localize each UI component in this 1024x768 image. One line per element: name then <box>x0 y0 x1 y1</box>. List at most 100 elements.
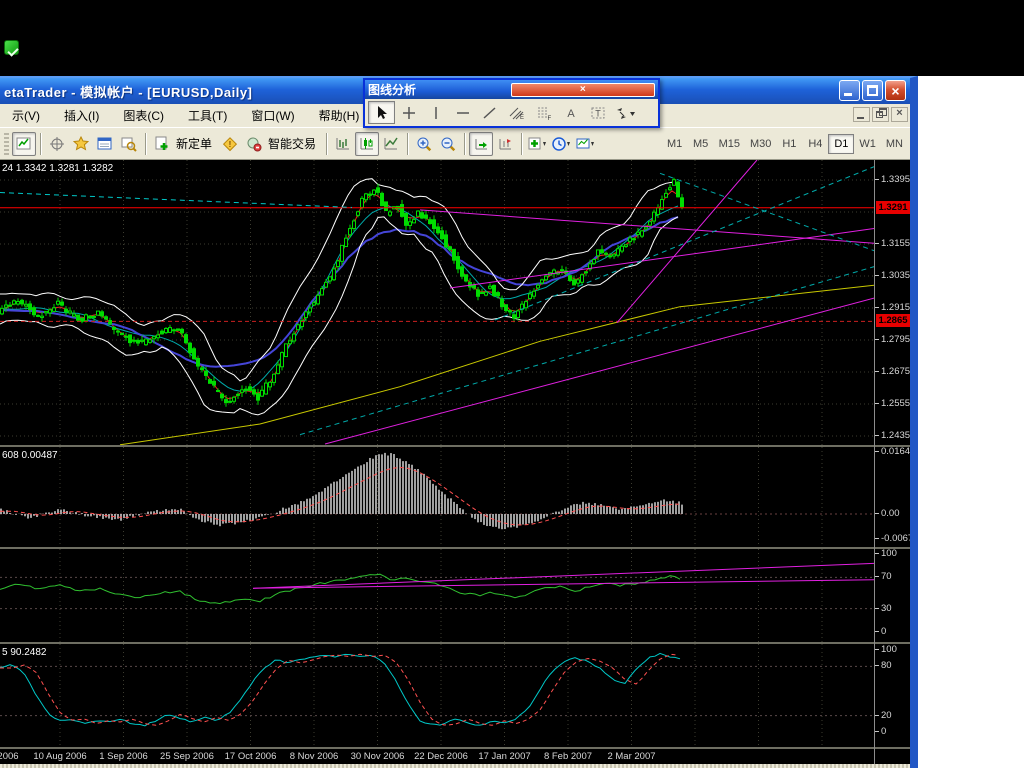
rsi-indicator-panel[interactable] <box>0 549 874 642</box>
minimize-button[interactable] <box>839 80 860 101</box>
expert-advisors-icon[interactable] <box>242 132 266 156</box>
timeframe-m1[interactable]: M1 <box>662 134 688 154</box>
taskbar-green-icon[interactable] <box>4 40 19 55</box>
child-minimize-button[interactable] <box>853 107 870 122</box>
scale-tick <box>875 608 879 609</box>
level-price-badge: 1.2865 <box>876 314 910 327</box>
new-chart-icon[interactable] <box>12 132 36 156</box>
stoch-tick-label: 0 <box>881 726 886 737</box>
window-bottom-border <box>0 764 910 768</box>
chart-area[interactable]: 24 1.3342 1.3281 1.3282 608 0.00487 5 90… <box>0 160 910 764</box>
zoom-in-icon[interactable] <box>412 132 436 156</box>
arrows-tool-icon[interactable] <box>611 101 638 124</box>
line-studies-toolbar: 图线分析 × E F A T <box>363 78 660 128</box>
trendline-tool-icon[interactable] <box>476 101 503 124</box>
stochastic-indicator-panel[interactable] <box>0 644 874 747</box>
market-watch-icon[interactable] <box>93 132 117 156</box>
data-window-icon[interactable] <box>117 132 141 156</box>
timeframe-m15[interactable]: M15 <box>714 134 745 154</box>
date-label: 2 Mar 2007 <box>607 751 655 762</box>
horizontal-line-tool-icon[interactable] <box>449 101 476 124</box>
scale-tick <box>875 179 879 180</box>
price-scale[interactable]: 1.33951.31551.30351.29151.27951.26751.25… <box>874 160 910 764</box>
chart-shift-icon[interactable] <box>493 132 517 156</box>
osma-indicator-panel[interactable] <box>0 447 874 545</box>
close-button[interactable]: × <box>885 80 906 101</box>
scale-tick <box>875 371 879 372</box>
profiles-icon[interactable] <box>69 132 93 156</box>
text-tool-icon[interactable]: A <box>557 101 584 124</box>
timeframe-m5[interactable]: M5 <box>688 134 714 154</box>
periods-icon[interactable] <box>550 132 574 156</box>
svg-text:A: A <box>567 108 575 120</box>
main-price-chart[interactable] <box>0 160 874 445</box>
date-label: 30 Nov 2006 <box>351 751 405 762</box>
line-studies-tools: E F A T <box>365 99 658 126</box>
osma-tick-label: 0.01649 <box>881 446 910 457</box>
date-label: 17 Jan 2007 <box>478 751 530 762</box>
price-tick-label: 1.3155 <box>881 238 910 249</box>
zoom-out-icon[interactable] <box>436 132 460 156</box>
scale-tick <box>875 275 879 276</box>
vertical-line-tool-icon[interactable] <box>422 101 449 124</box>
date-label: 2006 <box>0 751 19 762</box>
scale-tick <box>875 435 879 436</box>
price-tick-label: 1.2795 <box>881 334 910 345</box>
date-axis[interactable]: 200610 Aug 20061 Sep 200625 Sep 200617 O… <box>0 749 874 764</box>
scale-tick <box>875 731 879 732</box>
rsi-tick-label: 0 <box>881 626 886 637</box>
main-toolbar: 新定单 ! 智能交易 <box>0 128 910 160</box>
menu-item-0[interactable]: 示(V) <box>0 106 52 126</box>
scale-tick <box>875 538 879 539</box>
scale-tick <box>875 339 879 340</box>
menu-item-2[interactable]: 图表(C) <box>111 106 176 126</box>
stoch-value-readout: 5 90.2482 <box>2 647 47 658</box>
candle-chart-mode-icon[interactable] <box>355 132 379 156</box>
child-restore-button[interactable] <box>872 107 889 122</box>
timeframe-m30[interactable]: M30 <box>745 134 776 154</box>
fibonacci-tool-icon[interactable]: F <box>530 101 557 124</box>
timeframe-w1[interactable]: W1 <box>854 134 881 154</box>
osma-value-readout: 608 0.00487 <box>2 450 58 461</box>
maximize-button[interactable] <box>862 80 883 101</box>
date-label: 10 Aug 2006 <box>33 751 86 762</box>
line-studies-close-icon[interactable]: × <box>511 83 656 97</box>
auto-scroll-icon[interactable] <box>469 132 493 156</box>
menu-item-3[interactable]: 工具(T) <box>176 106 239 126</box>
line-studies-titlebar[interactable]: 图线分析 × <box>365 80 658 99</box>
cursor-tool-icon[interactable] <box>368 101 395 124</box>
expert-advisors-label[interactable]: 智能交易 <box>268 135 316 152</box>
scale-tick <box>875 576 879 577</box>
templates-icon[interactable] <box>574 132 598 156</box>
screen: etaTrader - 模拟帐户 - [EURUSD,Daily] × 示(V)… <box>0 0 1024 768</box>
new-order-label[interactable]: 新定单 <box>176 135 212 152</box>
timeframe-mn[interactable]: MN <box>881 134 908 154</box>
scale-tick <box>875 631 879 632</box>
indicators-icon[interactable] <box>526 132 550 156</box>
stoch-tick-label: 20 <box>881 710 892 721</box>
menu-item-4[interactable]: 窗口(W) <box>239 106 306 126</box>
bid-price-badge: 1.3291 <box>876 201 910 214</box>
price-tick-label: 1.3035 <box>881 270 910 281</box>
line-chart-mode-icon[interactable] <box>379 132 403 156</box>
menu-item-1[interactable]: 插入(I) <box>52 106 111 126</box>
bar-chart-mode-icon[interactable] <box>331 132 355 156</box>
timeframe-h1[interactable]: H1 <box>776 134 802 154</box>
child-close-button[interactable]: × <box>891 107 908 122</box>
timeframe-d1[interactable]: D1 <box>828 134 854 154</box>
scale-tick <box>875 513 879 514</box>
date-label: 22 Dec 2006 <box>414 751 468 762</box>
crosshair-icon[interactable] <box>45 132 69 156</box>
new-order-icon[interactable] <box>150 132 174 156</box>
equidistant-channel-tool-icon[interactable]: E <box>503 101 530 124</box>
alert-icon[interactable]: ! <box>218 132 242 156</box>
scale-tick <box>875 243 879 244</box>
window-title: etaTrader - 模拟帐户 - [EURUSD,Daily] <box>4 82 252 101</box>
crosshair-tool-icon[interactable] <box>395 101 422 124</box>
timeframe-h4[interactable]: H4 <box>802 134 828 154</box>
text-label-tool-icon[interactable]: T <box>584 101 611 124</box>
scale-tick <box>875 451 879 452</box>
toolbar-grip[interactable] <box>4 133 9 155</box>
scale-tick <box>875 665 879 666</box>
menu-item-5[interactable]: 帮助(H) <box>307 106 372 126</box>
